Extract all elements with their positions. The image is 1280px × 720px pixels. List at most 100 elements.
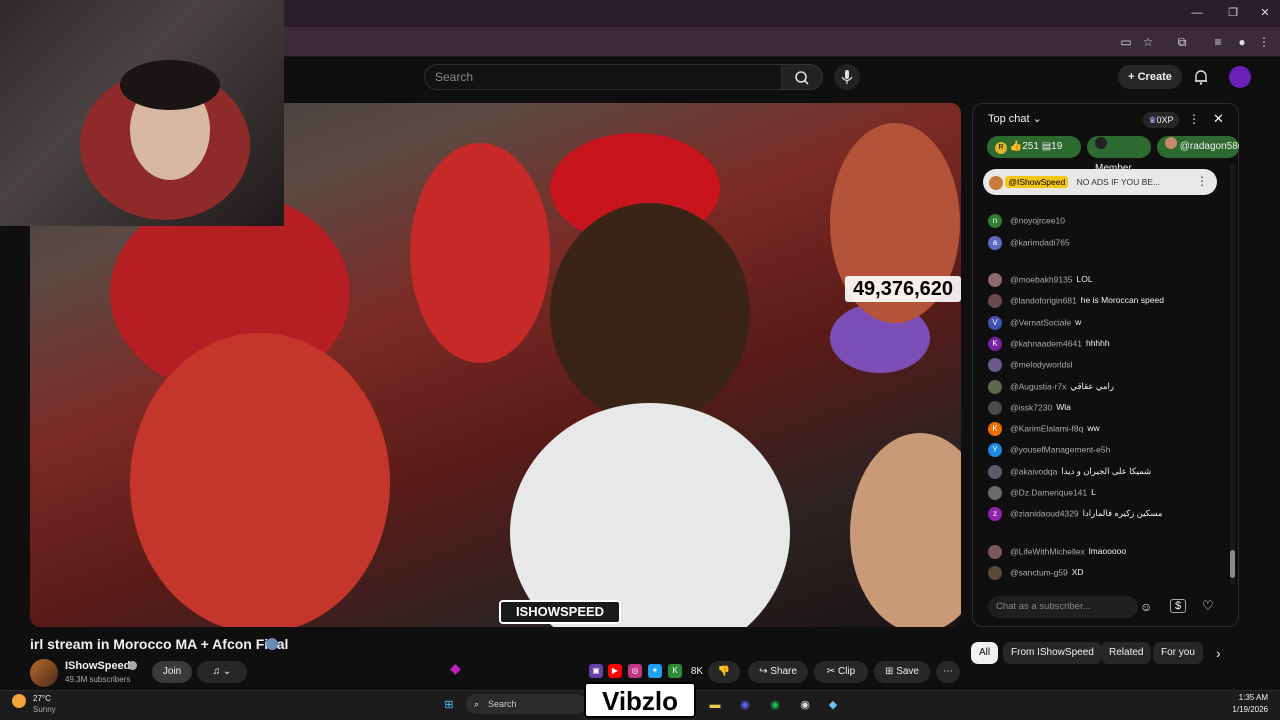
chat-username[interactable]: @noyojrcee10: [1010, 215, 1065, 225]
chat-username[interactable]: @melodyworldsl: [1010, 359, 1072, 369]
chat-avatar[interactable]: [988, 465, 1002, 479]
account-avatar[interactable]: [1229, 66, 1251, 88]
chat-input[interactable]: Chat as a subscriber...: [988, 596, 1138, 618]
chat-avatar[interactable]: [988, 486, 1002, 500]
instagram-icon[interactable]: ◎: [628, 664, 642, 678]
chat-username[interactable]: @akaivodqa: [1010, 466, 1057, 476]
notifications-bell-icon[interactable]: [1192, 68, 1210, 86]
share-button[interactable]: ↪ Share: [748, 661, 808, 683]
notifications-button[interactable]: ♫ ⌄: [197, 661, 247, 683]
spotify-icon[interactable]: ◉: [766, 696, 784, 714]
chat-avatar[interactable]: [988, 294, 1002, 308]
chevron-right-icon[interactable]: ›: [1216, 645, 1221, 661]
chat-avatar[interactable]: K: [988, 337, 1002, 351]
chat-message[interactable]: Y @yousefManagement-e5h: [988, 443, 1233, 461]
folder-icon[interactable]: ▬: [706, 696, 724, 714]
windows-start-icon[interactable]: ⊞: [440, 696, 458, 714]
chat-avatar[interactable]: a: [988, 236, 1002, 250]
chat-message[interactable]: @sanctum-g59 XD: [988, 566, 1233, 584]
chat-username[interactable]: @yousefManagement-e5h: [1010, 444, 1110, 454]
xp-badge[interactable]: ♛0XP: [1143, 112, 1179, 128]
close-window-icon[interactable]: ✕: [1258, 6, 1272, 20]
chat-message[interactable]: @LifeWithMichellex lmaooooo: [988, 545, 1233, 563]
more-actions-icon[interactable]: ⋯: [936, 661, 960, 683]
taskbar-time[interactable]: 1:35 AM: [1236, 693, 1268, 702]
chat-username[interactable]: @Augustia-r7x: [1010, 381, 1066, 391]
tag-for-you[interactable]: For you: [1153, 642, 1203, 664]
dislike-button[interactable]: 👎: [708, 661, 740, 683]
pinned-message[interactable]: @IShowSpeed NO ADS IF YOU BE...: [983, 169, 1217, 195]
search-button[interactable]: [781, 64, 823, 90]
chat-message[interactable]: @Dz.Damerique141 L: [988, 486, 1233, 504]
chat-avatar[interactable]: [988, 401, 1002, 415]
search-input[interactable]: Search: [424, 64, 782, 90]
cast-icon[interactable]: ▭: [1118, 34, 1134, 50]
chat-avatar[interactable]: [988, 545, 1002, 559]
chat-username[interactable]: @issk7230: [1010, 402, 1052, 412]
chat-message[interactable]: z @zianidaoud4329 مسكين زكيره فالمارادا: [988, 507, 1233, 525]
steam-icon[interactable]: ◆: [824, 696, 842, 714]
chat-avatar[interactable]: K: [988, 422, 1002, 436]
chat-message[interactable]: @moebakh9135 LOL: [988, 273, 1233, 291]
menu-icon[interactable]: ⋮: [1256, 34, 1272, 50]
chat-options-icon[interactable]: ⋮: [1188, 112, 1200, 126]
emoji-icon[interactable]: ☺: [1140, 600, 1152, 614]
twitch-icon[interactable]: ▣: [589, 664, 603, 678]
chat-username[interactable]: @moebakh9135: [1010, 274, 1073, 284]
chat-chip-likes[interactable]: R 👍251 ▤19: [987, 136, 1081, 158]
chat-username[interactable]: @LifeWithMichellex: [1010, 546, 1085, 556]
profile-icon[interactable]: ●: [1234, 34, 1250, 50]
top-chat-selector[interactable]: Top chat ⌄: [988, 112, 1042, 125]
chat-username[interactable]: @VernatSociale: [1010, 317, 1071, 327]
tag-from-channel[interactable]: From IShowSpeed: [1003, 642, 1102, 664]
chat-message[interactable]: V @VernatSociale w: [988, 316, 1233, 334]
chat-username[interactable]: @KarimElalami-f8q: [1010, 423, 1083, 433]
chat-message[interactable]: @issk7230 Wla: [988, 401, 1233, 419]
chat-message[interactable]: @akaivodqa شميكا على الجيران و ديدا: [988, 465, 1233, 483]
bookmark-star-icon[interactable]: ☆: [1140, 34, 1156, 50]
chat-message[interactable]: K @kahnaadem4641 hhhhh: [988, 337, 1233, 355]
create-button[interactable]: + Create: [1118, 65, 1182, 89]
weather-temp[interactable]: 27°C: [33, 694, 51, 703]
chat-message[interactable]: a @karimdadi765: [988, 236, 1233, 254]
chat-scrollbar[interactable]: [1230, 165, 1235, 585]
minimize-icon[interactable]: —: [1190, 6, 1204, 20]
channel-avatar[interactable]: [30, 659, 58, 687]
chat-avatar[interactable]: n: [988, 214, 1002, 228]
chat-message[interactable]: @landoforigin681 he is Moroccan speed: [988, 294, 1233, 312]
taskbar-search[interactable]: Search: [466, 694, 586, 714]
super-chat-icon[interactable]: $: [1170, 599, 1186, 613]
twitter-icon[interactable]: ✦: [648, 664, 662, 678]
chat-avatar[interactable]: [988, 380, 1002, 394]
chat-close-icon[interactable]: ✕: [1213, 111, 1224, 127]
heart-icon[interactable]: ♡: [1202, 598, 1214, 614]
chat-avatar[interactable]: Y: [988, 443, 1002, 457]
chat-message[interactable]: @melodyworldsl: [988, 358, 1233, 376]
chat-message[interactable]: @Augustia-r7x رامي عقاقي: [988, 380, 1233, 398]
media-icon[interactable]: ≡: [1210, 34, 1226, 50]
chat-message[interactable]: K @KarimElalami-f8q ww: [988, 422, 1233, 440]
github-icon[interactable]: ◉: [796, 696, 814, 714]
chat-username[interactable]: @sanctum-g59: [1010, 567, 1068, 577]
chat-avatar[interactable]: [988, 273, 1002, 287]
chat-username[interactable]: @kahnaadem4641: [1010, 338, 1082, 348]
pinned-options-icon[interactable]: ⋮: [1196, 174, 1208, 188]
chat-avatar[interactable]: [988, 358, 1002, 372]
extensions-icon[interactable]: ⧉: [1174, 34, 1190, 50]
chat-username[interactable]: @Dz.Damerique141: [1010, 487, 1087, 497]
restore-icon[interactable]: ❐: [1226, 6, 1240, 20]
mic-button[interactable]: [834, 64, 860, 90]
chat-username[interactable]: @zianidaoud4329: [1010, 508, 1079, 518]
join-button[interactable]: Join: [152, 661, 192, 683]
tag-related[interactable]: Related: [1101, 642, 1152, 664]
save-button[interactable]: ⊞ Save: [874, 661, 930, 683]
channel-name[interactable]: IShowSpeed: [65, 660, 130, 672]
chat-chip-user[interactable]: @radagon5803: [1157, 136, 1239, 158]
chat-avatar[interactable]: [988, 566, 1002, 580]
chat-avatar[interactable]: z: [988, 507, 1002, 521]
kick-icon[interactable]: K: [668, 664, 682, 678]
discord-icon[interactable]: ◉: [736, 696, 754, 714]
clip-button[interactable]: ✂ Clip: [814, 661, 868, 683]
chat-avatar[interactable]: V: [988, 316, 1002, 330]
chat-chip-member[interactable]: Member: [1087, 136, 1151, 174]
